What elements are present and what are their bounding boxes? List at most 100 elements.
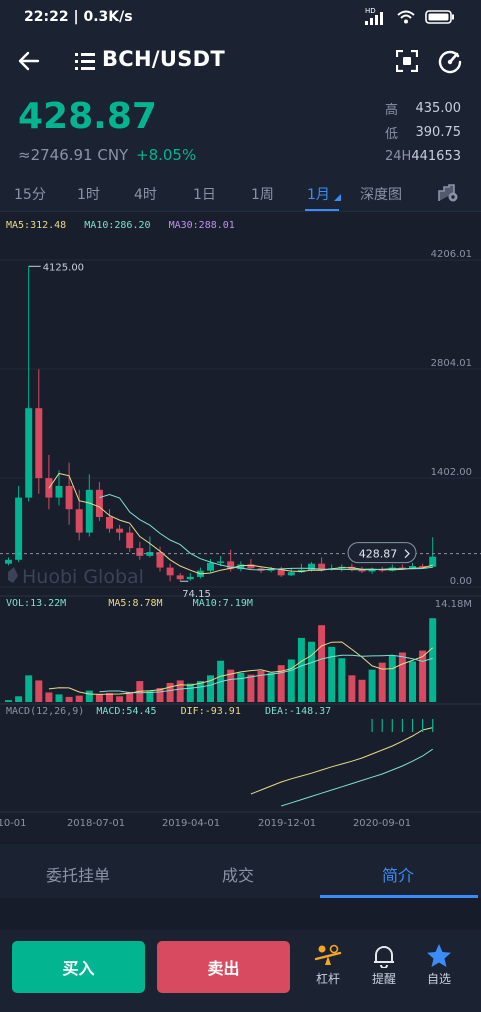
price-change: +8.05%	[136, 146, 197, 164]
bell-icon	[374, 946, 394, 968]
buy-button[interactable]: 买入	[12, 941, 145, 993]
favorite-button[interactable]: 自选	[419, 942, 459, 987]
x-axis-label: 2018-07-01	[67, 818, 125, 829]
tab-15min[interactable]: 15分	[14, 184, 46, 204]
watermark-text: Huobi Global	[22, 566, 144, 588]
action-bar: 买入 卖出 杠杆 提醒 自选	[0, 930, 481, 1012]
volume-bar	[328, 646, 336, 702]
status-time: 22:22 | 0.3K/s	[24, 9, 133, 25]
volume-bar	[15, 696, 23, 702]
dropdown-triangle-icon	[334, 194, 342, 201]
candle-body	[85, 489, 93, 533]
header: BCH/USDT	[0, 36, 481, 88]
stats-panel: 高 435.00 低 390.75 24H 441653	[385, 96, 461, 168]
leverage-button[interactable]: 杠杆	[308, 942, 348, 987]
volume-bar	[338, 658, 346, 702]
favorite-label: 自选	[426, 972, 451, 986]
price-summary: 428.87 ≈2746.91 CNY +8.05% 高 435.00 低 39…	[0, 88, 481, 174]
candle-body	[35, 408, 43, 479]
leverage-icon	[314, 944, 342, 965]
volume-max-label: 14.18M	[435, 599, 472, 610]
bottom-tabs: 委托挂单 成交 简介	[0, 844, 481, 898]
candle-body	[116, 528, 124, 533]
volume-bar	[388, 655, 396, 702]
volume-bar	[398, 652, 406, 702]
stat-low: 低 390.75	[385, 124, 461, 142]
status-icons: HD	[365, 7, 455, 25]
y-axis-label: 4206.01	[431, 249, 472, 260]
candle-body	[207, 562, 214, 571]
volume-bar	[247, 674, 255, 702]
tab-1hour[interactable]: 1时	[77, 184, 100, 204]
stat-24h-volume: 24H 441653	[385, 148, 461, 164]
y-axis-label: 0.00	[450, 576, 472, 587]
tab-1week[interactable]: 1周	[251, 184, 274, 204]
volume-bar	[308, 641, 315, 702]
volume-bar	[65, 696, 73, 702]
candle-body	[136, 548, 144, 556]
y-axis-label: 2804.01	[431, 358, 472, 369]
tab-content	[0, 898, 481, 930]
interval-tabs: 15分 1时 4时 1日 1周 1月 深度图	[0, 174, 481, 212]
tab-4hour[interactable]: 4时	[134, 184, 157, 204]
chart-settings-icon[interactable]	[437, 183, 459, 203]
stat-high: 高 435.00	[385, 100, 461, 118]
x-axis-label: 2020-09-01	[353, 818, 411, 829]
candle-body	[156, 552, 164, 568]
candle-body	[106, 517, 113, 529]
y-axis-label: 1402.00	[431, 467, 472, 478]
volume-bar	[25, 675, 33, 702]
volume-bar	[409, 661, 416, 702]
pair-list-icon[interactable]	[75, 53, 95, 71]
dif-line	[250, 727, 433, 795]
volume-bar	[116, 696, 124, 702]
price-badge-text: 428.87	[359, 548, 398, 561]
candle-body	[5, 559, 12, 564]
candle-body	[25, 408, 33, 498]
tab-1month[interactable]: 1月	[307, 184, 342, 204]
volume-bar	[95, 694, 103, 702]
tab-open-orders[interactable]: 委托挂单	[46, 862, 110, 886]
volume-bar	[5, 700, 12, 702]
volume-bar	[348, 675, 356, 702]
candlestick-chart[interactable]: 4206.01 2804.01 1402.00 0.00 Huobi Global 412…	[0, 212, 481, 842]
tab-trades[interactable]: 成交	[222, 862, 254, 886]
star-icon	[427, 944, 451, 967]
low-annotation: 74.15	[182, 589, 211, 600]
chart-panel[interactable]: MA5:312.48 MA10:286.20 MA30:288.01 VOL:1…	[0, 212, 481, 842]
sell-button[interactable]: 卖出	[157, 941, 290, 993]
volume-bar	[358, 679, 366, 702]
candle-body	[55, 485, 63, 498]
tab-1day[interactable]: 1日	[193, 184, 216, 204]
back-arrow-icon[interactable]	[18, 50, 40, 72]
volume-bar	[166, 682, 174, 702]
active-tab-indicator	[305, 209, 339, 211]
candle-body	[176, 575, 184, 580]
volume-bar	[196, 681, 204, 702]
last-price: 428.87	[18, 96, 157, 137]
pair-title[interactable]: BCH/USDT	[102, 47, 225, 71]
candle-body	[75, 509, 83, 533]
battery-icon	[425, 10, 454, 24]
candle-body	[217, 561, 225, 563]
leverage-label: 杠杆	[315, 972, 340, 986]
speed-gauge-icon[interactable]	[438, 50, 462, 74]
x-axis-label: 10-01	[0, 818, 27, 829]
volume-bar	[55, 694, 63, 702]
volume-bar	[267, 672, 275, 702]
volume-bar	[297, 637, 305, 702]
volume-bar	[429, 618, 437, 702]
x-axis-label: 2019-12-01	[258, 818, 316, 829]
candle-body	[126, 532, 134, 549]
volume-bar	[368, 669, 376, 702]
alert-button[interactable]: 提醒	[364, 942, 404, 987]
alert-label: 提醒	[371, 972, 396, 986]
fullscreen-icon[interactable]	[396, 50, 418, 72]
tab-depth-chart[interactable]: 深度图	[360, 184, 402, 204]
volume-bar	[318, 625, 326, 702]
candle-body	[287, 572, 295, 576]
candle-body	[65, 485, 73, 510]
tab-intro[interactable]: 简介	[382, 862, 414, 886]
volume-bar	[419, 650, 427, 702]
volume-bar	[176, 680, 184, 702]
